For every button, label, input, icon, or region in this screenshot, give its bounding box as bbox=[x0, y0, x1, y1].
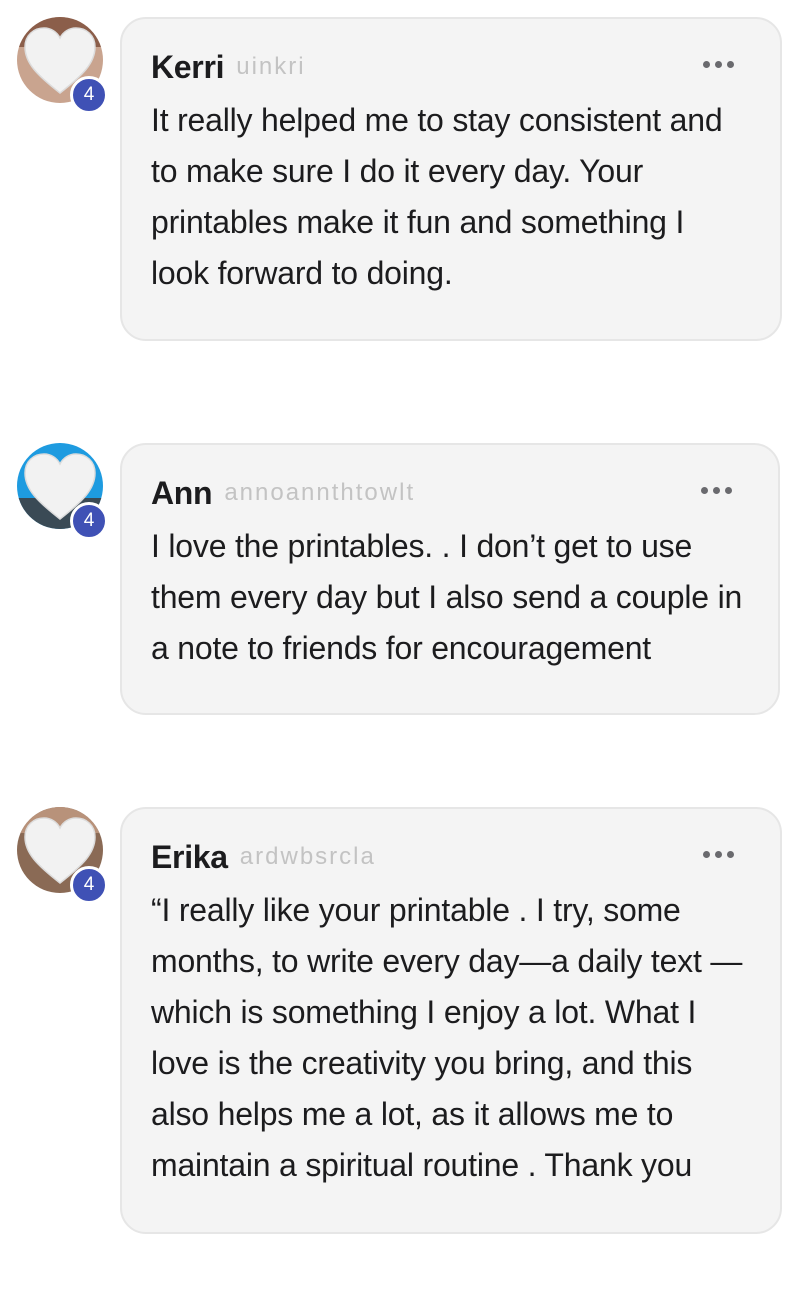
comment-header: Erika ardwbsrcla bbox=[151, 837, 750, 877]
avatar[interactable]: 4 bbox=[17, 443, 108, 540]
author-meta: annoannthtowlt bbox=[224, 479, 416, 506]
avatar[interactable]: 4 bbox=[17, 17, 108, 114]
more-horizontal-icon bbox=[703, 851, 710, 858]
comment-bubble: Erika ardwbsrcla “I really like your pri… bbox=[120, 807, 782, 1234]
author-meta: ardwbsrcla bbox=[239, 843, 376, 870]
author-name[interactable]: Ann bbox=[151, 475, 213, 512]
comment-text: I love the printables. . I don’t get to … bbox=[151, 528, 743, 666]
more-horizontal-icon bbox=[701, 487, 708, 494]
badge-count: 4 bbox=[70, 502, 108, 540]
avatar[interactable]: 4 bbox=[17, 807, 108, 904]
more-horizontal-icon bbox=[727, 61, 734, 68]
more-horizontal-icon bbox=[713, 487, 720, 494]
comment-bubble: Kerri uinkri It really helped me to stay… bbox=[120, 17, 782, 341]
more-options-button[interactable] bbox=[699, 55, 738, 74]
badge-count: 4 bbox=[70, 866, 108, 904]
more-horizontal-icon bbox=[703, 61, 710, 68]
comment-header: Kerri uinkri bbox=[151, 47, 750, 87]
more-horizontal-icon bbox=[725, 487, 732, 494]
author-meta: uinkri bbox=[236, 53, 306, 80]
comment-bubble: Ann annoannthtowlt I love the printables… bbox=[120, 443, 780, 715]
comment-text: “I really like your printable . I try, s… bbox=[151, 892, 743, 1183]
more-horizontal-icon bbox=[715, 61, 722, 68]
more-options-button[interactable] bbox=[697, 481, 736, 500]
more-horizontal-icon bbox=[715, 851, 722, 858]
badge-count: 4 bbox=[70, 76, 108, 114]
comment-header: Ann annoannthtowlt bbox=[151, 473, 748, 513]
comment-text: It really helped me to stay consistent a… bbox=[151, 102, 723, 291]
author-name[interactable]: Kerri bbox=[151, 49, 225, 86]
author-name[interactable]: Erika bbox=[151, 839, 228, 876]
more-options-button[interactable] bbox=[699, 845, 738, 864]
more-horizontal-icon bbox=[727, 851, 734, 858]
